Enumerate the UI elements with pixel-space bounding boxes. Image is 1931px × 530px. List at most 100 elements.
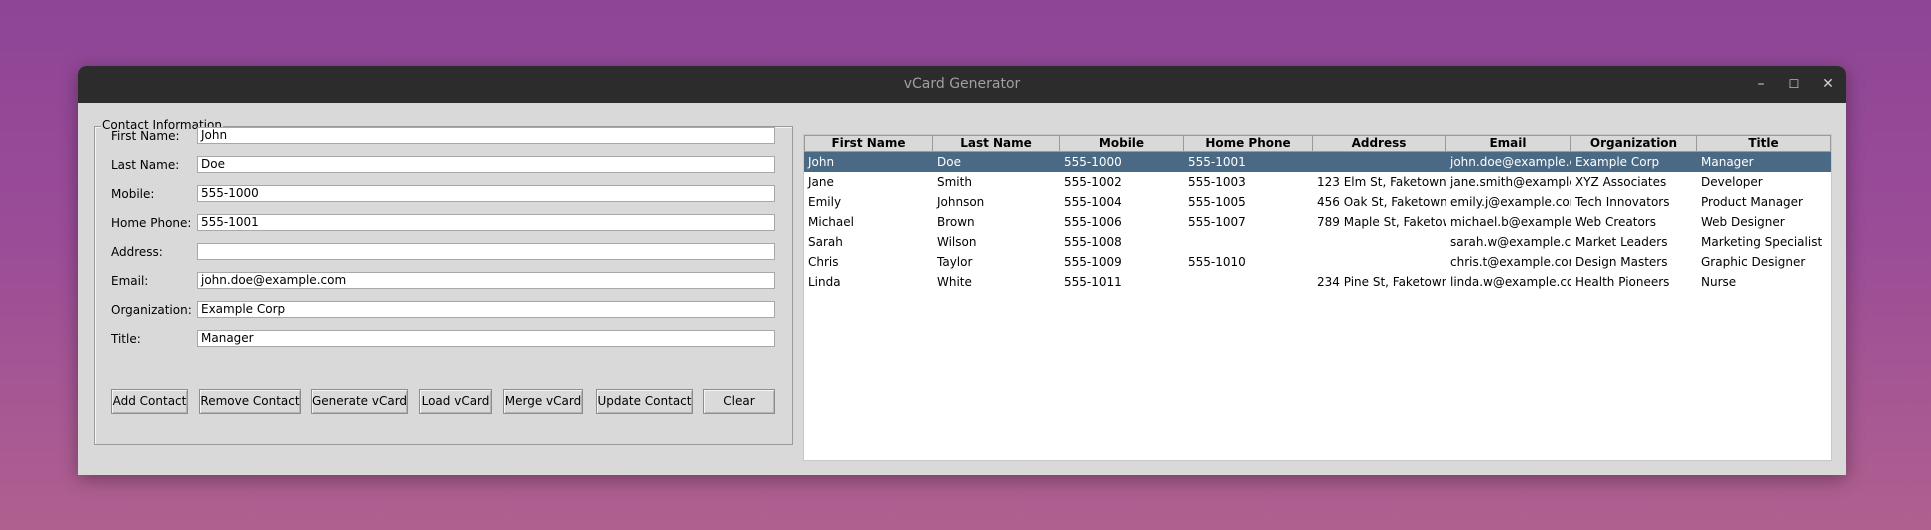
column-mobile[interactable]: Mobile bbox=[1060, 135, 1184, 152]
table-cell: 789 Maple St, Faketow bbox=[1317, 215, 1446, 229]
column-organization[interactable]: Organization bbox=[1571, 135, 1697, 152]
table-cell: Doe bbox=[937, 155, 961, 169]
table-cell: Chris bbox=[808, 255, 839, 269]
table-cell: Michael bbox=[808, 215, 854, 229]
table-cell: Web Creators bbox=[1575, 215, 1656, 229]
title-input[interactable]: Manager bbox=[197, 330, 775, 347]
first-name-input[interactable]: John bbox=[197, 127, 775, 144]
window-title: vCard Generator bbox=[903, 76, 1021, 92]
organization-label: Organization: bbox=[111, 303, 192, 317]
table-cell: Design Masters bbox=[1575, 255, 1668, 269]
column-address[interactable]: Address bbox=[1313, 135, 1446, 152]
table-cell bbox=[1313, 252, 1446, 272]
remove-contact-button[interactable]: Remove Contact bbox=[199, 389, 301, 414]
table-cell: 555-1008 bbox=[1064, 235, 1122, 249]
load-vcard-button[interactable]: Load vCard bbox=[419, 389, 492, 414]
table-cell: 555-1006 bbox=[1064, 215, 1122, 229]
table-header: First Name Last Name Mobile Home Phone A… bbox=[804, 135, 1831, 152]
column-last-name[interactable]: Last Name bbox=[933, 135, 1060, 152]
maximize-icon[interactable]: ☐ bbox=[1781, 66, 1807, 103]
app-window: vCard Generator – ☐ ✕ Contact Informatio… bbox=[78, 66, 1846, 475]
table-cell: 555-1009 bbox=[1064, 255, 1122, 269]
column-title[interactable]: Title bbox=[1697, 135, 1831, 152]
table-cell: Sarah bbox=[808, 235, 843, 249]
table-cell: emily.j@example.com bbox=[1450, 195, 1571, 209]
minimize-icon[interactable]: – bbox=[1748, 66, 1774, 103]
table-row[interactable]: Sarah Wilson 555-1008 sarah.w@example.co… bbox=[804, 232, 1831, 252]
table-cell bbox=[1313, 152, 1446, 172]
window-content: Contact Information First Name: John Las… bbox=[78, 103, 1846, 475]
table-cell: 555-1007 bbox=[1188, 215, 1246, 229]
table-cell: Nurse bbox=[1701, 275, 1737, 289]
column-first-name[interactable]: First Name bbox=[804, 135, 933, 152]
table-cell: 555-1000 bbox=[1064, 155, 1122, 169]
table-cell: Health Pioneers bbox=[1575, 275, 1670, 289]
organization-input[interactable]: Example Corp bbox=[197, 301, 775, 318]
table-cell: 456 Oak St, Faketown, bbox=[1317, 195, 1446, 209]
column-home-phone[interactable]: Home Phone bbox=[1184, 135, 1313, 152]
table-cell bbox=[1184, 232, 1313, 252]
table-cell: Emily bbox=[808, 195, 842, 209]
table-cell: jane.smith@example. bbox=[1450, 175, 1571, 189]
table-cell: Developer bbox=[1701, 175, 1763, 189]
title-label: Title: bbox=[111, 332, 141, 346]
table-cell: 555-1004 bbox=[1064, 195, 1122, 209]
address-label: Address: bbox=[111, 245, 163, 259]
home-phone-label: Home Phone: bbox=[111, 216, 192, 230]
table-cell: 555-1002 bbox=[1064, 175, 1122, 189]
table-cell: Johnson bbox=[937, 195, 985, 209]
generate-vcard-button[interactable]: Generate vCard bbox=[311, 389, 408, 414]
table-row[interactable]: Emily Johnson 555-1004 555-1005 456 Oak … bbox=[804, 192, 1831, 212]
email-input[interactable]: john.doe@example.com bbox=[197, 272, 775, 289]
clear-button[interactable]: Clear bbox=[703, 389, 775, 414]
table-cell: Wilson bbox=[937, 235, 977, 249]
table-cell: sarah.w@example.co bbox=[1450, 235, 1571, 249]
table-cell: 555-1011 bbox=[1064, 275, 1122, 289]
table-cell: Web Designer bbox=[1701, 215, 1785, 229]
table-cell: chris.t@example.com bbox=[1450, 255, 1571, 269]
table-cell: Example Corp bbox=[1575, 155, 1660, 169]
first-name-label: First Name: bbox=[111, 129, 180, 143]
table-cell: 234 Pine St, Faketown, bbox=[1317, 275, 1446, 289]
table-cell: Smith bbox=[937, 175, 972, 189]
table-row[interactable]: Michael Brown 555-1006 555-1007 789 Mapl… bbox=[804, 212, 1831, 232]
add-contact-button[interactable]: Add Contact bbox=[111, 389, 188, 414]
table-cell bbox=[1313, 232, 1446, 252]
mobile-label: Mobile: bbox=[111, 187, 155, 201]
table-row[interactable]: John Doe 555-1000 555-1001 john.doe@exam… bbox=[804, 152, 1831, 172]
table-cell bbox=[1184, 272, 1313, 292]
address-input[interactable] bbox=[197, 243, 775, 260]
home-phone-input[interactable]: 555-1001 bbox=[197, 214, 775, 231]
table-row[interactable]: Jane Smith 555-1002 555-1003 123 Elm St,… bbox=[804, 172, 1831, 192]
title-bar[interactable]: vCard Generator – ☐ ✕ bbox=[78, 66, 1846, 103]
update-contact-button[interactable]: Update Contact bbox=[596, 389, 693, 414]
mobile-input[interactable]: 555-1000 bbox=[197, 185, 775, 202]
table-cell: Linda bbox=[808, 275, 841, 289]
table-cell: linda.w@example.co bbox=[1450, 275, 1571, 289]
table-cell: Taylor bbox=[937, 255, 973, 269]
table-cell: 123 Elm St, Faketown, bbox=[1317, 175, 1446, 189]
table-cell: Tech Innovators bbox=[1575, 195, 1670, 209]
table-cell: Jane bbox=[808, 175, 834, 189]
table-cell: 555-1003 bbox=[1188, 175, 1246, 189]
table-cell: michael.b@example.c bbox=[1450, 215, 1571, 229]
column-email[interactable]: Email bbox=[1446, 135, 1571, 152]
table-cell: Marketing Specialist bbox=[1701, 235, 1823, 249]
last-name-input[interactable]: Doe bbox=[197, 156, 775, 173]
table-cell: Brown bbox=[937, 215, 975, 229]
last-name-label: Last Name: bbox=[111, 158, 180, 172]
table-cell: Manager bbox=[1701, 155, 1754, 169]
table-cell: 555-1010 bbox=[1188, 255, 1246, 269]
merge-vcard-button[interactable]: Merge vCard bbox=[503, 389, 583, 414]
table-row[interactable]: Linda White 555-1011 234 Pine St, Faketo… bbox=[804, 272, 1831, 292]
email-label: Email: bbox=[111, 274, 149, 288]
contacts-table[interactable]: First Name Last Name Mobile Home Phone A… bbox=[803, 134, 1832, 461]
table-cell: 555-1001 bbox=[1188, 155, 1246, 169]
table-cell: John bbox=[808, 155, 835, 169]
table-row[interactable]: Chris Taylor 555-1009 555-1010 chris.t@e… bbox=[804, 252, 1831, 272]
table-cell: Product Manager bbox=[1701, 195, 1803, 209]
table-cell: White bbox=[937, 275, 972, 289]
table-cell: Graphic Designer bbox=[1701, 255, 1806, 269]
close-icon[interactable]: ✕ bbox=[1815, 66, 1841, 103]
table-cell: 555-1005 bbox=[1188, 195, 1246, 209]
